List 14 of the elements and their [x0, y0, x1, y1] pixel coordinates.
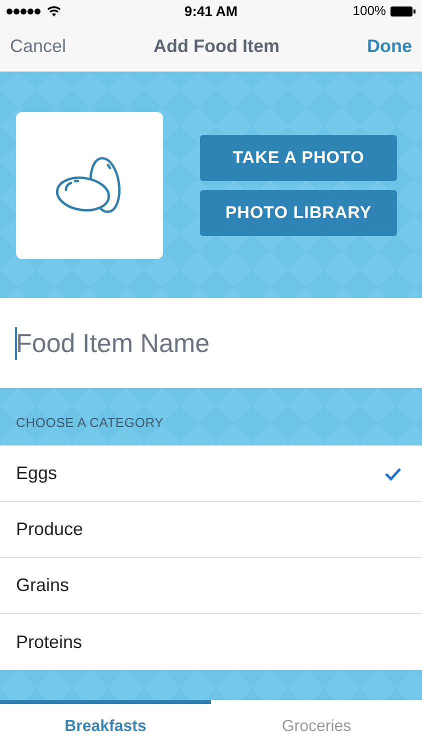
tab[interactable]: Groceries [211, 700, 422, 750]
tab[interactable]: Breakfasts [0, 700, 211, 750]
battery-percent: 100% [352, 2, 386, 20]
status-time: 9:41 AM [184, 2, 238, 20]
section-header: CHOOSE A CATEGORY [16, 414, 164, 432]
cancel-button[interactable]: Cancel [10, 33, 66, 60]
photo-source-button[interactable]: TAKE A PHOTO [200, 134, 397, 180]
done-button[interactable]: Done [366, 33, 412, 60]
wifi-icon [47, 6, 61, 16]
photo-source-button[interactable]: PHOTO LIBRARY [200, 190, 397, 236]
signal-icon [6, 8, 42, 14]
battery-icon [390, 6, 416, 16]
food-name-field[interactable]: Food Item Name [16, 298, 406, 388]
screen-title: Add Food Item [154, 35, 280, 58]
